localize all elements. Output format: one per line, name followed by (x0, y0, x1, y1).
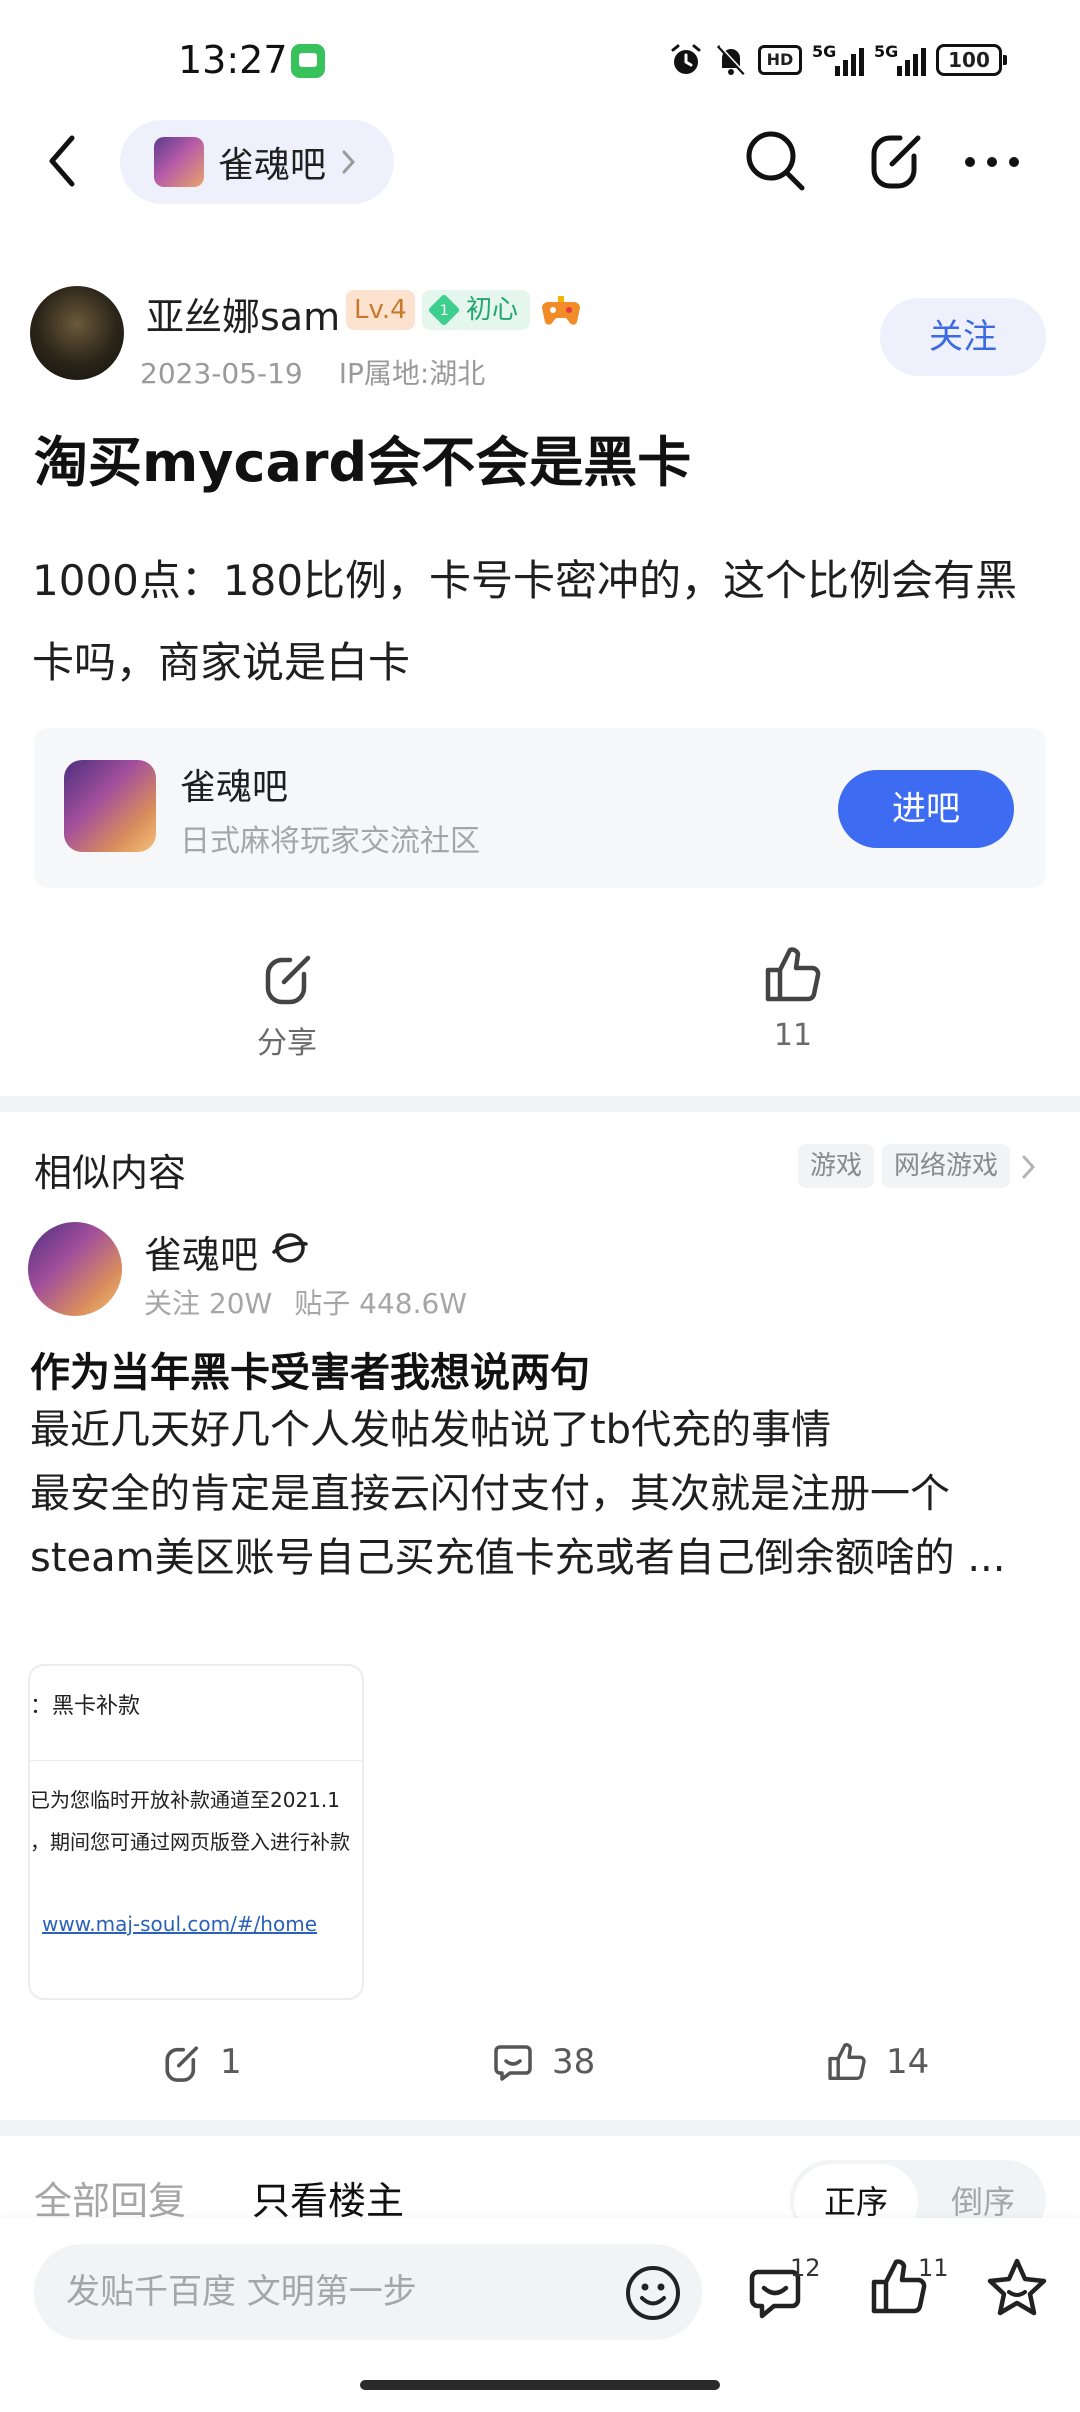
thumb-text-line3: ，期间您可通过网页版登入进行补款 (30, 1830, 350, 1854)
section-divider (0, 2120, 1080, 2136)
chevron-right-icon (342, 150, 356, 174)
similar-like-count: 14 (886, 2042, 930, 2082)
post-date: 2023-05-19 (140, 357, 303, 390)
like-count: 11 (918, 2254, 949, 2282)
status-time: 13:27 (178, 38, 288, 82)
similar-share-count: 1 (220, 2042, 242, 2082)
section-divider (0, 1096, 1080, 1112)
share-icon (265, 955, 311, 1005)
followers-count: 关注 20W (144, 1287, 273, 1320)
posts-count: 贴子 448.6W (294, 1287, 467, 1320)
similar-forum-name[interactable]: 雀魂吧 (144, 1224, 258, 1279)
share-icon (165, 2046, 199, 2082)
share-label: 分享 (257, 1026, 317, 1061)
ip-location: IP属地:湖北 (338, 357, 486, 390)
gem-icon: 1 (427, 293, 461, 327)
forum-pill-name: 雀魂吧 (218, 145, 327, 186)
thumb-text-line2: 已为您临时开放补款通道至2021.1 (30, 1788, 340, 1812)
forum-avatar (154, 137, 204, 187)
home-indicator[interactable] (360, 2380, 720, 2390)
thumb-divider (30, 1760, 362, 1761)
thumbs-up-icon (765, 947, 821, 1002)
rank-badge: 1 初心 (422, 290, 531, 330)
comment-count: 12 (790, 2254, 821, 2282)
mute-bell-icon (714, 40, 748, 80)
similar-share-button[interactable]: 1 (160, 2034, 242, 2090)
hd-voice-icon: HD (758, 40, 802, 80)
more-icon[interactable] (962, 142, 1022, 182)
message-app-icon (291, 44, 325, 78)
emoji-icon[interactable] (624, 2264, 682, 2322)
thumb-link: www.maj-soul.com/#/home (42, 1912, 317, 1936)
planet-icon (270, 1228, 310, 1268)
level-badge: Lv.4 (346, 290, 415, 330)
thumb-text-title: ：黑卡补款 (30, 1694, 141, 1719)
search-icon[interactable] (742, 126, 808, 196)
forum-card-description: 日式麻将玩家交流社区 (180, 824, 480, 859)
similar-comment-button[interactable]: 38 (492, 2034, 595, 2090)
forum-pill[interactable]: 雀魂吧 (120, 120, 394, 204)
similar-like-button[interactable]: 14 (826, 2034, 929, 2090)
similar-forum-stats: 关注 20W 贴子 448.6W (144, 1282, 467, 1322)
like-button[interactable]: 11 (748, 944, 838, 1053)
like-count: 11 (773, 1018, 813, 1053)
edit-icon[interactable] (864, 126, 928, 192)
similar-forum-avatar[interactable] (28, 1222, 122, 1316)
similar-post-body-text: 最近几天好几个人发帖发帖说了tb代充的事情 最安全的肯定是直接云闪付支付，其次就… (30, 1407, 1006, 1581)
tab-owner-only[interactable]: 只看楼主 (252, 2170, 404, 2225)
similar-post-title[interactable]: 作为当年黑卡受害者我想说两句 (30, 1340, 590, 1398)
thumbs-up-icon (828, 2043, 866, 2080)
author-name[interactable]: 亚丝娜sam (146, 286, 340, 341)
post-title: 淘买mycard会不会是黑卡 (34, 431, 692, 494)
post-meta: 2023-05-19 IP属地:湖北 (140, 352, 485, 392)
author-avatar[interactable] (30, 286, 124, 380)
status-icons: HD 5G 5G 100 (668, 40, 1007, 80)
forum-card-avatar (64, 760, 156, 852)
alarm-icon (668, 40, 704, 80)
signal-2-icon: 5G (874, 42, 926, 78)
enter-forum-button[interactable]: 进吧 (838, 770, 1014, 848)
similar-post-image[interactable]: ：黑卡补款 已为您临时开放补款通道至2021.1 ，期间您可通过网页版登入进行补… (28, 1664, 364, 2000)
reply-input[interactable]: 发贴千百度 文明第一步 (34, 2244, 702, 2340)
similar-comment-count: 38 (552, 2042, 596, 2082)
battery-icon: 100 (936, 40, 1007, 80)
chevron-right-icon[interactable] (1018, 1152, 1038, 1182)
star-icon[interactable] (984, 2256, 1050, 2320)
forum-card[interactable]: 雀魂吧 日式麻将玩家交流社区 进吧 (34, 728, 1046, 888)
tab-all-replies[interactable]: 全部回复 (34, 2170, 186, 2225)
follow-button[interactable]: 关注 (880, 298, 1046, 376)
comment-icon (494, 2045, 532, 2081)
forum-card-name: 雀魂吧 (180, 767, 289, 808)
gamepad-icon (540, 288, 582, 330)
tag-game[interactable]: 游戏 (798, 1144, 875, 1188)
post-body: 1000点：180比例，卡号卡密冲的，这个比例会有黑卡吗，商家说是白卡 (32, 556, 1018, 687)
similar-post-body[interactable]: 最近几天好几个人发帖发帖说了tb代充的事情 最安全的肯定是直接云闪付支付，其次就… (30, 1398, 1060, 1590)
reply-placeholder: 发贴千百度 文明第一步 (66, 2272, 417, 2312)
rank-title: 初心 (466, 295, 519, 325)
back-icon[interactable] (40, 128, 86, 194)
share-button[interactable]: 分享 (242, 948, 332, 1062)
signal-1-icon: 5G (812, 42, 864, 78)
tag-online-game[interactable]: 网络游戏 (882, 1144, 1011, 1188)
similar-section-title: 相似内容 (34, 1151, 187, 1195)
